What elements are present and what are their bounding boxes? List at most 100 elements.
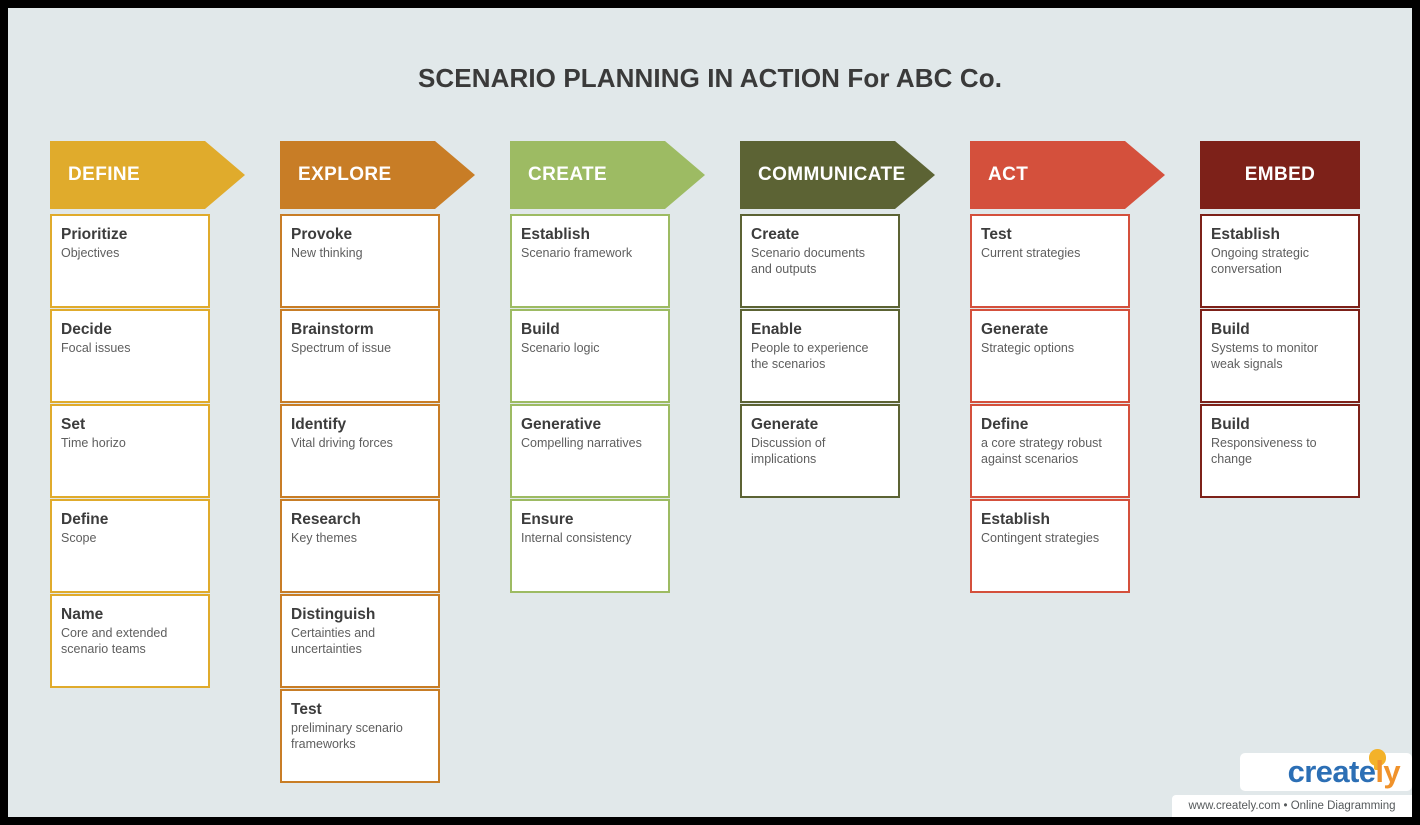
step-card[interactable]: Establish Scenario framework: [510, 214, 670, 308]
step-card-title: Enable: [751, 321, 802, 338]
column-header[interactable]: EMBED: [1200, 141, 1412, 209]
step-card-subtitle: Focal issues: [61, 341, 131, 355]
step-card[interactable]: Enable People to experience the scenarios: [740, 309, 900, 403]
step-card-title: Decide: [61, 321, 112, 338]
step-card-subtitle: Current strategies: [981, 246, 1081, 260]
step-card-title: Define: [981, 416, 1029, 433]
step-card[interactable]: Decide Focal issues: [50, 309, 210, 403]
step-card[interactable]: Create Scenario documents and outputs: [740, 214, 900, 308]
column-header[interactable]: ACT: [970, 141, 1200, 209]
step-card-subtitle: Internal consistency: [521, 531, 632, 545]
step-card-title: Generate: [751, 416, 819, 433]
step-card-subtitle: a core strategy robust against scenarios: [981, 436, 1102, 466]
step-card[interactable]: Establish Contingent strategies: [970, 499, 1130, 593]
column-card-list: Prioritize Objectives Decide Focal issues Se…: [50, 214, 210, 689]
step-card-subtitle: Scope: [61, 531, 97, 545]
column-header-label: ACT: [988, 164, 1029, 185]
column-card-list: Test Current strategies Generate Strategic …: [970, 214, 1130, 594]
step-card[interactable]: Build Responsiveness to change: [1200, 404, 1360, 498]
page-title: SCENARIO PLANNING IN ACTION For ABC Co.: [417, 63, 1003, 93]
step-card-title: Build: [521, 321, 560, 338]
step-card[interactable]: Test preliminary scenario frameworks: [280, 689, 440, 783]
column-card-list: Provoke New thinking Brainstorm Spectrum of…: [280, 214, 440, 784]
step-card-title: Distinguish: [291, 606, 376, 623]
column-header[interactable]: EXPLORE: [280, 141, 510, 209]
step-card[interactable]: Establish Ongoing strategic conversation: [1200, 214, 1360, 308]
step-card-subtitle: Responsiveness to change: [1211, 436, 1317, 466]
step-card[interactable]: Provoke New thinking: [280, 214, 440, 308]
process-column: CREATE Establish Scenario framework Build Sc…: [510, 141, 740, 593]
step-card-title: Create: [751, 226, 800, 243]
column-card-list: Establish Ongoing strategic conversation B…: [1200, 214, 1360, 499]
step-card-subtitle: New thinking: [291, 246, 363, 260]
step-card[interactable]: Generate Discussion of implications: [740, 404, 900, 498]
process-column: COMMUNICATE Create Scenario documents and …: [740, 141, 970, 498]
brand-name-part1: create: [1287, 754, 1376, 789]
step-card[interactable]: Build Scenario logic: [510, 309, 670, 403]
step-card-subtitle: Compelling narratives: [521, 436, 642, 450]
brand-name-part2: ly: [1375, 754, 1400, 789]
step-card[interactable]: Prioritize Objectives: [50, 214, 210, 308]
step-card-subtitle: Contingent strategies: [981, 531, 1100, 545]
column-header-label: COMMUNICATE: [758, 164, 906, 185]
step-card[interactable]: Build Systems to monitor weak signals: [1200, 309, 1360, 403]
step-card[interactable]: Brainstorm Spectrum of issue: [280, 309, 440, 403]
step-card-title: Research: [291, 511, 361, 528]
step-card-title: Test: [981, 226, 1012, 243]
step-card-title: Provoke: [291, 226, 353, 243]
step-card-subtitle: Strategic options: [981, 341, 1075, 355]
step-card[interactable]: Distinguish Certainties and uncertainties: [280, 594, 440, 688]
column-header[interactable]: CREATE: [510, 141, 740, 209]
step-card-subtitle: Discussion of implications: [751, 436, 826, 466]
column-header-label: CREATE: [528, 164, 608, 185]
step-card-title: Set: [61, 416, 86, 433]
column-header-label: DEFINE: [68, 164, 141, 185]
step-card-subtitle: Time horizo: [61, 436, 126, 450]
diagram-canvas: SCENARIO PLANNING IN ACTION For ABC Co. …: [8, 8, 1412, 817]
creately-watermark: creately www.creately.com • Online Diagr…: [1172, 749, 1412, 817]
step-card-title: Name: [61, 606, 104, 623]
step-card-subtitle: Vital driving forces: [291, 436, 393, 450]
column-header-label: EXPLORE: [298, 164, 392, 185]
process-column: ACT Test Current strategies Generate Strateg…: [970, 141, 1200, 593]
step-card[interactable]: Set Time horizo: [50, 404, 210, 498]
step-card-subtitle: Key themes: [291, 531, 358, 545]
process-column: EXPLORE Provoke New thinking Brainstorm Spec…: [280, 141, 510, 783]
step-card[interactable]: Define Scope: [50, 499, 210, 593]
step-card-subtitle: Core and extended scenario teams: [61, 626, 168, 656]
step-card-title: Test: [291, 701, 322, 718]
step-card[interactable]: Define a core strategy robust against sce…: [970, 404, 1130, 498]
brand-tagline: www.creately.com • Online Diagramming: [1172, 795, 1412, 817]
step-card-subtitle: Spectrum of issue: [291, 341, 392, 355]
step-card-title: Generative: [521, 416, 602, 433]
column-header[interactable]: DEFINE: [50, 141, 280, 209]
step-card[interactable]: Generative Compelling narratives: [510, 404, 670, 498]
step-card[interactable]: Identify Vital driving forces: [280, 404, 440, 498]
step-card-subtitle: Certainties and uncertainties: [291, 626, 376, 656]
brand-wordmark: creately: [1287, 754, 1401, 789]
step-card-title: Establish: [981, 511, 1050, 528]
process-column: DEFINE Prioritize Objectives Decide Focal is…: [50, 141, 280, 688]
step-card-subtitle: Scenario documents and outputs: [751, 246, 865, 276]
step-card[interactable]: Generate Strategic options: [970, 309, 1130, 403]
step-card[interactable]: Test Current strategies: [970, 214, 1130, 308]
column-card-list: Establish Scenario framework Build Scenario…: [510, 214, 670, 594]
step-card-title: Brainstorm: [291, 321, 374, 338]
process-column: EMBED Establish Ongoing strategic conversa…: [1200, 141, 1412, 498]
step-card[interactable]: Name Core and extended scenario teams: [50, 594, 210, 688]
step-card-title: Generate: [981, 321, 1049, 338]
step-card-title: Define: [61, 511, 109, 528]
column-header[interactable]: COMMUNICATE: [740, 141, 970, 209]
step-card-subtitle: People to experience the scenarios: [751, 341, 869, 371]
step-card-title: Identify: [291, 416, 347, 433]
step-card[interactable]: Ensure Internal consistency: [510, 499, 670, 593]
step-card-subtitle: Systems to monitor weak signals: [1211, 341, 1318, 371]
step-card[interactable]: Research Key themes: [280, 499, 440, 593]
step-card-subtitle: preliminary scenario frameworks: [291, 721, 403, 751]
column-card-list: Create Scenario documents and outputs Enab…: [740, 214, 900, 499]
step-card-title: Establish: [521, 226, 590, 243]
column-header-label: EMBED: [1244, 164, 1316, 185]
step-card-subtitle: Scenario framework: [521, 246, 633, 260]
step-card-title: Ensure: [521, 511, 574, 528]
step-card-subtitle: Objectives: [61, 246, 120, 260]
